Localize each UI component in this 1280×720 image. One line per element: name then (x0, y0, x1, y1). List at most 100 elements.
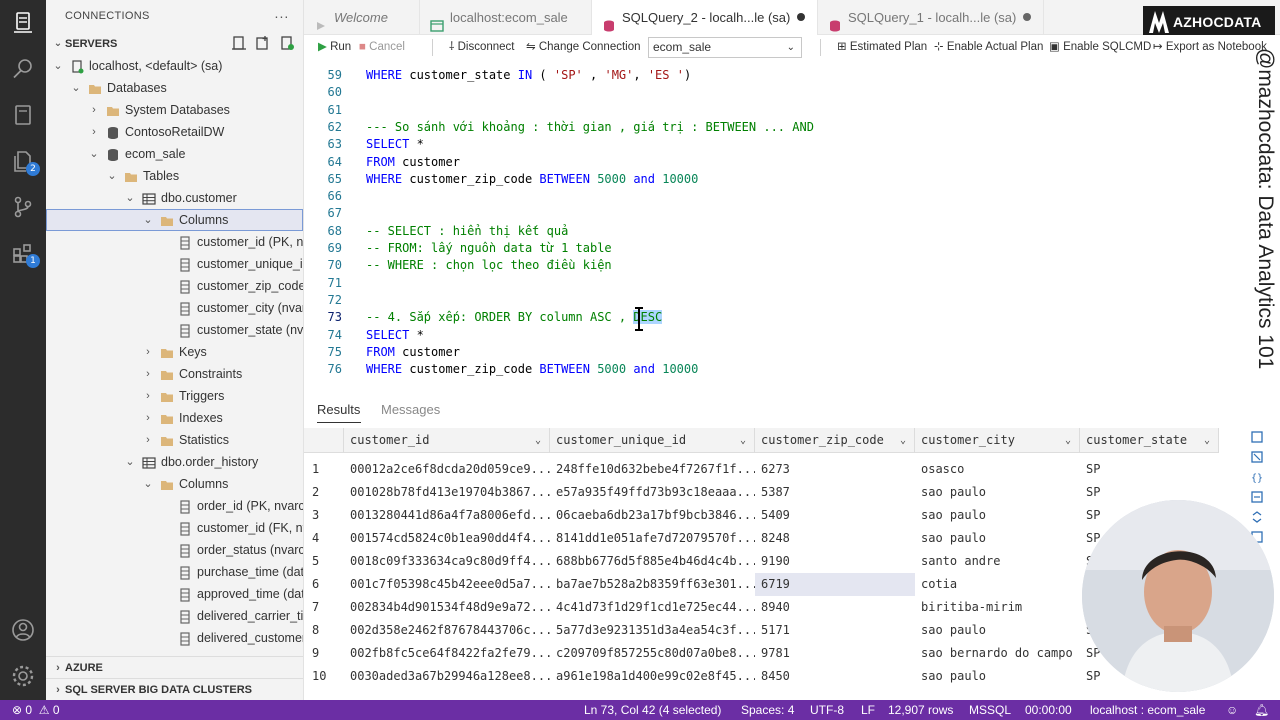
tree-item[interactable]: order_id (PK, nvarchar(5... (46, 495, 303, 517)
code-line[interactable]: 73 -- 4. Sắp xếp: ORDER BY column ASC , D… (304, 309, 1264, 326)
table-cell[interactable]: cotia (915, 573, 1080, 596)
code-line[interactable]: 64 FROM customer (304, 154, 1264, 171)
tree-item[interactable]: customer_id (FK, nvarch... (46, 517, 303, 539)
table-cell[interactable]: c209709f857255c80d07a0be8... (550, 642, 755, 665)
gear-icon[interactable] (10, 663, 36, 689)
table-cell[interactable]: ba7ae7b528a2b8359ff63e301... (550, 573, 755, 596)
azure-section-header[interactable]: › AZURE (46, 656, 303, 678)
chart-icon[interactable] (1250, 510, 1264, 524)
connection-status[interactable]: localhost : ecom_sale (1090, 700, 1205, 720)
chevron-down-icon[interactable]: ⌄ (52, 55, 64, 77)
tree-item[interactable]: ⌄ Columns (46, 473, 303, 495)
disconnect-button[interactable]: ⸸ Disconnect (449, 35, 515, 60)
unsaved-dot-icon[interactable] (1023, 13, 1031, 21)
save-excel-icon[interactable] (1250, 450, 1264, 464)
new-server-group-icon[interactable] (255, 35, 271, 51)
explorer-icon[interactable]: 2 (10, 148, 40, 176)
indentation[interactable]: Spaces: 4 (741, 700, 794, 720)
tree-item[interactable]: customer_zip_code (int, ... (46, 275, 303, 297)
chevron-down-icon[interactable]: ⌄ (740, 428, 746, 453)
problems-indicator[interactable]: ⊗ 0 ⚠ 0 (12, 700, 60, 720)
tree-item[interactable]: purchase_time (datetim... (46, 561, 303, 583)
table-cell[interactable]: sao paulo (915, 481, 1080, 504)
table-cell[interactable]: 6719 (755, 573, 915, 596)
chevron-right-icon[interactable]: › (88, 99, 100, 121)
table-cell[interactable]: 248ffe10d632bebe4f7267f1f... (550, 458, 755, 481)
table-cell[interactable]: 8141dd1e051afe7d72079570f... (550, 527, 755, 550)
tree-item[interactable]: › System Databases (46, 99, 303, 121)
table-row[interactable]: 1 00012a2ce6f8dcda20d059ce9... 248ffe10d63… (304, 458, 1219, 481)
more-actions-icon[interactable]: ··· (274, 0, 289, 33)
row-number[interactable]: 7 (304, 596, 344, 619)
tree-item[interactable]: › Constraints (46, 363, 303, 385)
table-cell[interactable]: 001c7f05398c45b42eee0d5a7... (344, 573, 550, 596)
row-number[interactable]: 3 (304, 504, 344, 527)
tree-item[interactable]: ⌄ dbo.customer (46, 187, 303, 209)
code-line[interactable]: 69 -- FROM: lấy nguồn data từ 1 table (304, 240, 1264, 257)
chevron-right-icon[interactable]: › (142, 341, 154, 363)
tab-sqlquery-2[interactable]: SQLQuery_2 - localh...le (sa) (592, 0, 818, 35)
chevron-down-icon[interactable]: ⌄ (535, 428, 541, 453)
account-icon[interactable] (10, 617, 36, 643)
tab-dashboard[interactable]: localhost:ecom_sale (420, 0, 592, 35)
connections-icon[interactable] (10, 10, 36, 36)
tree-item[interactable]: customer_id (PK, nvarch... (46, 231, 303, 253)
tab-welcome[interactable]: Welcome (304, 0, 420, 35)
bigdata-section-header[interactable]: › SQL SERVER BIG DATA CLUSTERS (46, 678, 303, 700)
table-cell[interactable]: 06caeba6db23a17bf9bcb3846... (550, 504, 755, 527)
table-cell[interactable]: 5a77d3e9231351d3a4ea54c3f... (550, 619, 755, 642)
row-number[interactable]: 4 (304, 527, 344, 550)
row-number[interactable]: 10 (304, 665, 344, 688)
row-number[interactable]: 6 (304, 573, 344, 596)
table-cell[interactable]: 688bb6776d5f885e4b46d4c4b... (550, 550, 755, 573)
save-json-icon[interactable]: {} (1250, 470, 1264, 484)
table-cell[interactable]: SP (1080, 481, 1219, 504)
estimated-plan-button[interactable]: ⊞ Estimated Plan (837, 35, 927, 60)
tree-item[interactable]: approved_time (datetim... (46, 583, 303, 605)
code-line[interactable]: 65 WHERE customer_zip_code BETWEEN 5000 a… (304, 171, 1264, 188)
servers-section-header[interactable]: ⌄ SERVERS (46, 33, 303, 55)
table-cell[interactable]: 001574cd5824c0b1ea90dd4f4... (344, 527, 550, 550)
tree-item[interactable]: ⌄ Columns (46, 209, 303, 231)
tab-sqlquery-1[interactable]: SQLQuery_1 - localh...le (sa) (818, 0, 1044, 35)
chevron-down-icon[interactable]: ⌄ (88, 143, 100, 165)
chevron-down-icon[interactable]: ⌄ (142, 209, 154, 231)
cursor-position[interactable]: Ln 73, Col 42 (4 selected) (584, 700, 721, 720)
source-control-icon[interactable] (10, 194, 36, 220)
table-row[interactable]: 5 0018c09f333634ca9c80d9ff4... 688bb6776d5… (304, 550, 1219, 573)
tree-item[interactable]: delivered_customer_tim... (46, 627, 303, 649)
table-cell[interactable]: sao paulo (915, 665, 1080, 688)
chevron-right-icon[interactable]: › (142, 385, 154, 407)
table-cell[interactable]: biritiba-mirim (915, 596, 1080, 619)
search-icon[interactable] (10, 56, 36, 82)
tab-results[interactable]: Results (317, 402, 360, 417)
table-cell[interactable]: 9190 (755, 550, 915, 573)
notifications-icon[interactable]: 🔔︎ (1254, 700, 1269, 720)
row-number[interactable]: 1 (304, 458, 344, 481)
table-cell[interactable]: sao bernardo do campo (915, 642, 1080, 665)
table-cell[interactable]: 8248 (755, 527, 915, 550)
chevron-right-icon[interactable]: › (142, 429, 154, 451)
chevron-down-icon[interactable]: ⌄ (1204, 428, 1210, 453)
chevron-right-icon[interactable]: › (142, 407, 154, 429)
results-grid[interactable]: 1 00012a2ce6f8dcda20d059ce9... 248ffe10d63… (304, 458, 1219, 700)
code-line[interactable]: 74 SELECT * (304, 327, 1264, 344)
code-line[interactable]: 66 (304, 188, 1264, 205)
table-cell[interactable]: 5387 (755, 481, 915, 504)
tree-item[interactable]: › Triggers (46, 385, 303, 407)
feedback-icon[interactable]: ☺ (1226, 700, 1238, 720)
tree-item[interactable]: ⌄ Databases (46, 77, 303, 99)
column-header[interactable]: customer_unique_id ⌄ (550, 428, 755, 453)
code-line[interactable]: 68 -- SELECT : hiển thị kết quả (304, 223, 1264, 240)
chevron-down-icon[interactable]: ⌄ (106, 165, 118, 187)
code-line[interactable]: 61 (304, 102, 1264, 119)
table-cell[interactable]: sao paulo (915, 619, 1080, 642)
tree-item[interactable]: › Indexes (46, 407, 303, 429)
tab-messages[interactable]: Messages (381, 402, 440, 417)
table-cell[interactable]: 001028b78fd413e19704b3867... (344, 481, 550, 504)
chevron-right-icon[interactable]: › (88, 121, 100, 143)
active-connections-icon[interactable] (279, 35, 295, 51)
table-cell[interactable]: 0018c09f333634ca9c80d9ff4... (344, 550, 550, 573)
table-row[interactable]: 9 002fb8fc5ce64f8422fa2fe79... c209709f857… (304, 642, 1219, 665)
code-line[interactable]: 59 WHERE customer_state IN ( 'SP' , 'MG',… (304, 67, 1264, 84)
